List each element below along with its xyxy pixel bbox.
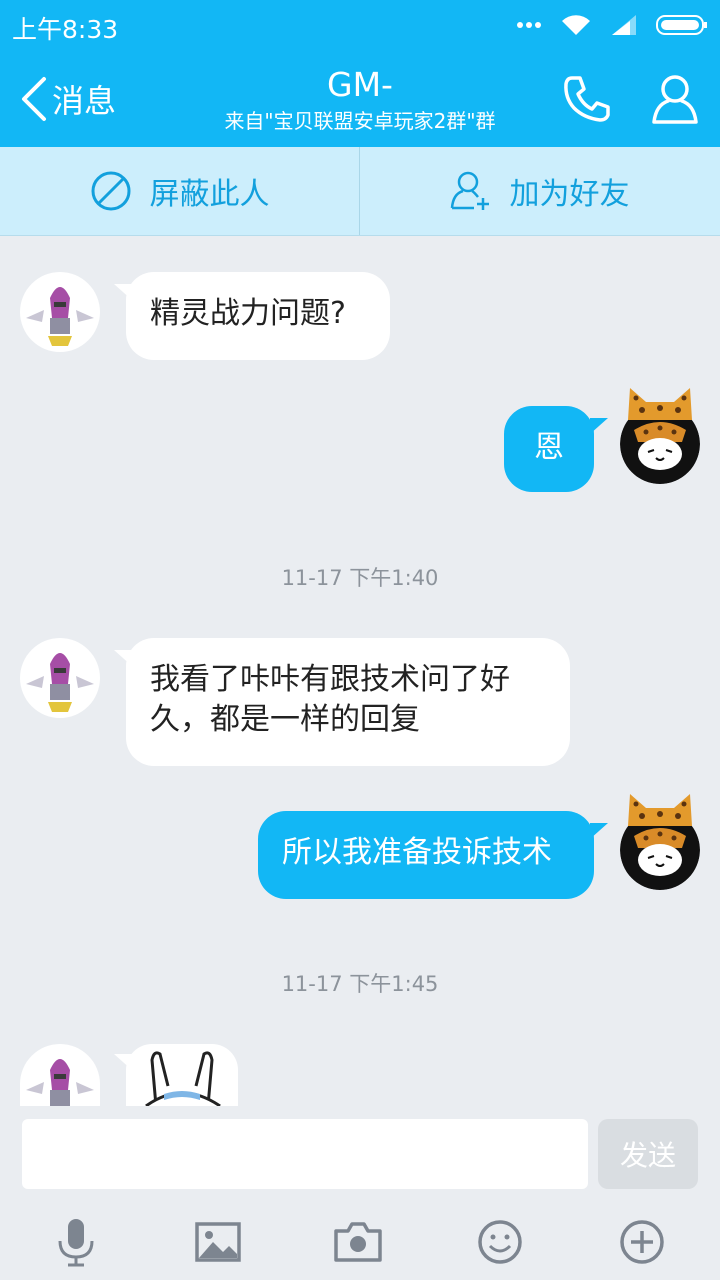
- emoji-icon: [478, 1220, 522, 1264]
- rabbit-sticker-icon: [145, 1051, 221, 1106]
- emoji-button[interactable]: [470, 1214, 530, 1270]
- call-button[interactable]: [560, 72, 614, 130]
- voice-button[interactable]: [46, 1214, 106, 1270]
- add-friend-button[interactable]: 加为好友: [360, 147, 719, 235]
- send-button[interactable]: 发送: [598, 1119, 698, 1189]
- message-text: 我看了咔咔有跟技术问了好久，都是一样的回复: [150, 662, 510, 737]
- battery-icon: [656, 15, 707, 35]
- back-label: 消息: [52, 82, 117, 120]
- sticker-message[interactable]: [126, 1044, 238, 1106]
- signal-icon: [612, 15, 636, 35]
- person-icon: [652, 75, 698, 124]
- image-button[interactable]: [188, 1214, 248, 1270]
- message-text: 所以我准备投诉技术: [282, 835, 552, 870]
- timestamp: 11-17 下午1:45: [281, 972, 439, 996]
- title-bar: 消息 GM- 来自"宝贝联盟安卓玩家2群"群: [0, 50, 720, 147]
- add-friend-icon: [450, 171, 489, 210]
- message-bubble-incoming[interactable]: 精灵战力问题?: [126, 272, 390, 360]
- status-time: 上午8:33: [12, 15, 119, 44]
- contact-avatar[interactable]: [20, 1044, 100, 1106]
- message-bubble-incoming[interactable]: 我看了咔咔有跟技术问了好久，都是一样的回复: [126, 638, 570, 766]
- back-button[interactable]: 消息: [18, 76, 116, 122]
- chevron-left-icon: [22, 77, 46, 121]
- leopard-hat-icon: [628, 794, 692, 826]
- timestamp: 11-17 下午1:40: [281, 566, 439, 590]
- contact-avatar[interactable]: [20, 272, 100, 352]
- more-button[interactable]: [612, 1214, 672, 1270]
- profile-button[interactable]: [650, 72, 700, 130]
- message-bubble-outgoing[interactable]: 所以我准备投诉技术: [258, 811, 594, 899]
- phone-icon: [564, 76, 610, 122]
- wifi-icon: [562, 15, 590, 35]
- mic-icon: [58, 1219, 94, 1267]
- image-icon: [195, 1222, 241, 1262]
- status-bar: 上午8:33: [0, 0, 720, 50]
- leopard-hat-icon: [628, 388, 692, 420]
- contact-avatar[interactable]: [20, 638, 100, 718]
- camera-icon: [334, 1222, 382, 1262]
- message-bubble-outgoing[interactable]: 恩: [504, 406, 594, 492]
- block-user-button[interactable]: 屏蔽此人: [0, 147, 360, 235]
- camera-button[interactable]: [328, 1214, 388, 1270]
- chat-title: GM-: [327, 65, 393, 104]
- add-friend-label: 加为好友: [509, 177, 630, 212]
- message-text: 恩: [534, 430, 564, 465]
- composer: 发送: [0, 1106, 720, 1280]
- knight-avatar-icon: [26, 653, 94, 712]
- knight-avatar-icon: [26, 287, 94, 346]
- action-bar: 屏蔽此人 加为好友: [0, 147, 720, 236]
- chat-subtitle: 来自"宝贝联盟安卓玩家2群"群: [224, 109, 496, 133]
- block-icon: [91, 171, 130, 211]
- block-user-label: 屏蔽此人: [149, 177, 270, 212]
- plus-icon: [620, 1220, 664, 1264]
- message-text: 精灵战力问题?: [150, 296, 346, 331]
- message-input[interactable]: [22, 1119, 588, 1189]
- knight-avatar-icon: [26, 1059, 94, 1106]
- more-dots-icon: [517, 22, 541, 28]
